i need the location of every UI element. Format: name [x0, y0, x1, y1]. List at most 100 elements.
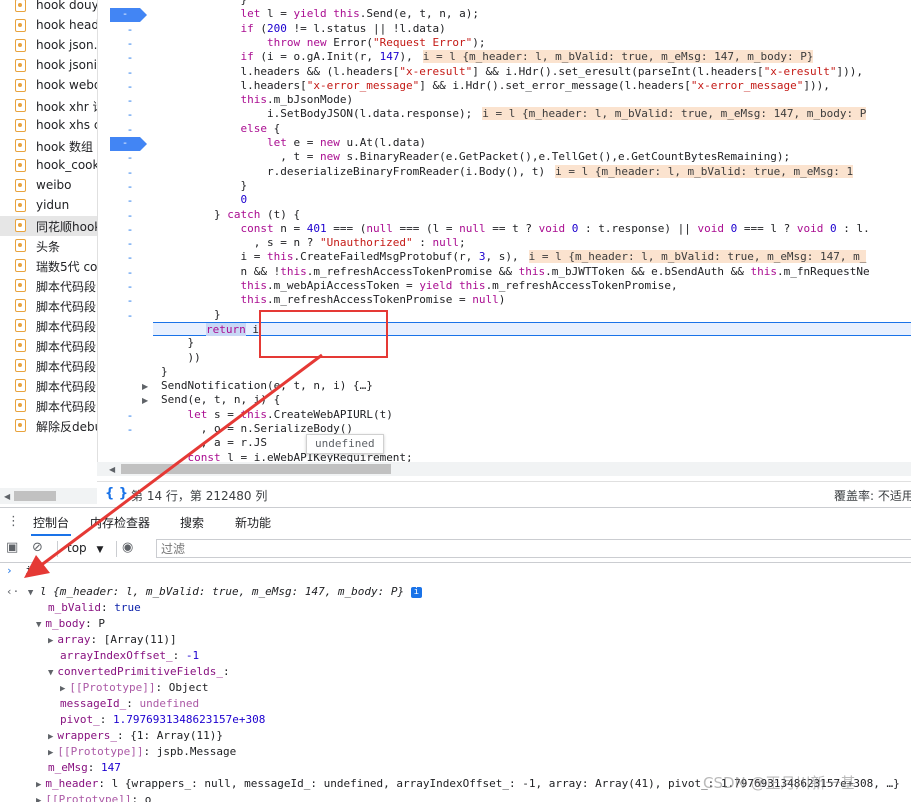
code-line[interactable]: if (200 != l.status || !l.data)	[161, 22, 445, 36]
code-line[interactable]: }	[161, 179, 247, 193]
clear-console-icon[interactable]: ⊘	[32, 540, 43, 555]
snippet-list-scrollbar[interactable]: ◀	[0, 488, 97, 504]
snippet-item[interactable]: 脚本代码段	[0, 316, 97, 336]
code-line[interactable]: }	[161, 336, 194, 350]
expand-triangle-icon[interactable]: ▼	[28, 588, 33, 598]
property-row[interactable]: pivot_: 1.7976931348623157e+308	[60, 712, 265, 728]
property-row[interactable]: ▶ array: [Array(11)]	[48, 632, 177, 648]
gutter-marker[interactable]: -	[128, 180, 132, 193]
gutter-marker[interactable]: -	[128, 37, 132, 50]
property-row[interactable]: ▼ m_body: P	[36, 616, 105, 632]
code-line[interactable]: Send(e, t, n, i) {	[161, 393, 280, 407]
gutter-marker[interactable]: -	[128, 409, 132, 422]
snippet-item[interactable]: 脚本代码段	[0, 356, 97, 376]
code-line[interactable]: this.m_refreshAccessTokenPromise = null)	[161, 293, 505, 307]
property-row[interactable]: ▶ [[Prototype]]: Object	[60, 680, 209, 696]
snippet-item[interactable]: 脚本代码段	[0, 376, 97, 396]
snippet-item[interactable]: hook xhs co	[0, 116, 97, 136]
gutter-marker[interactable]: -	[128, 294, 132, 307]
code-line[interactable]: ))	[161, 351, 200, 365]
scrollbar-thumb[interactable]	[14, 491, 56, 501]
gutter-marker[interactable]: -	[128, 66, 132, 79]
code-line[interactable]: l.headers["x-error_message"] && i.Hdr().…	[161, 79, 829, 93]
snippet-item[interactable]: 瑞数5代 co	[0, 256, 97, 276]
snippet-item[interactable]: 脚本代码段	[0, 396, 97, 416]
gutter-marker[interactable]: -	[128, 309, 132, 322]
snippet-item[interactable]: hook douyi	[0, 0, 97, 16]
tab-whats-new[interactable]: 新功能	[235, 514, 271, 531]
live-expression-eye-icon[interactable]: ◉	[122, 540, 133, 555]
code-line[interactable]: throw new Error("Request Error");	[161, 36, 486, 50]
tab-console[interactable]: 控制台	[30, 514, 72, 536]
snippet-item[interactable]: 同花顺hook	[0, 216, 97, 236]
property-row[interactable]: arrayIndexOffset_: -1	[60, 648, 199, 664]
snippet-item[interactable]: hook 数组	[0, 136, 97, 156]
code-line[interactable]: let e = new u.At(l.data)	[161, 136, 426, 150]
snippet-item[interactable]: 脚本代码段	[0, 296, 97, 316]
expand-triangle-icon[interactable]: ▶	[36, 780, 41, 790]
expand-triangle-icon[interactable]: ▶	[48, 636, 53, 646]
gutter-marker[interactable]: -	[128, 280, 132, 293]
property-row[interactable]: ▼ convertedPrimitiveFields_:	[48, 664, 230, 680]
snippet-item[interactable]: 解除反debu	[0, 416, 97, 436]
code-line[interactable]: }	[161, 365, 168, 379]
source-editor[interactable]: ----------------------▶▶---- } let l = y…	[97, 0, 911, 462]
tab-search[interactable]: 搜索	[180, 514, 204, 531]
gutter-marker[interactable]: -	[128, 123, 132, 136]
code-line[interactable]: const n = 401 === (null === (l = null ==…	[161, 222, 869, 236]
expand-triangle-icon[interactable]: ▶	[48, 732, 53, 742]
code-line[interactable]: r.deserializeBinaryFromReader(i.Body(), …	[161, 164, 854, 179]
gutter-marker[interactable]: -	[128, 194, 132, 207]
pretty-print-icon[interactable]: { }	[105, 486, 128, 501]
snippet-item[interactable]: 头条	[0, 236, 97, 256]
tab-memory-inspector[interactable]: 内存检查器	[90, 514, 150, 531]
code-area[interactable]: } let l = yield this.Send(e, t, n, a); i…	[153, 0, 911, 462]
snippet-item[interactable]: 脚本代码段	[0, 276, 97, 296]
code-line[interactable]: let s = this.CreateWebAPIURL(t)	[161, 408, 393, 422]
sidebar-toggle-icon[interactable]: ▣	[6, 540, 18, 555]
snippet-item[interactable]: hook xhr 请	[0, 96, 97, 116]
property-row[interactable]: ▶ [[Prototype]]: o	[36, 792, 151, 802]
expand-triangle-icon[interactable]: ▶	[60, 684, 65, 694]
gutter-marker[interactable]: -	[128, 423, 132, 436]
gutter-marker[interactable]: -	[128, 94, 132, 107]
snippet-item[interactable]: hook webd	[0, 76, 97, 96]
property-row[interactable]: messageId_: undefined	[60, 696, 199, 712]
code-line[interactable]: l.headers && (l.headers["x-eresult"] && …	[161, 65, 863, 79]
property-row[interactable]: m_bValid: true	[48, 600, 141, 616]
code-line[interactable]: else {	[161, 122, 280, 136]
scrollbar-thumb[interactable]	[121, 464, 391, 474]
console-output[interactable]: › i ‹· ▼ l {m_header: l, m_bValid: true,…	[0, 563, 911, 802]
gutter-marker[interactable]: -	[128, 80, 132, 93]
snippet-item[interactable]: hook_cooki	[0, 156, 97, 176]
line-gutter[interactable]: ----------------------▶▶----	[98, 0, 152, 462]
expand-triangle-icon[interactable]: ▶	[48, 748, 53, 758]
collapse-triangle-icon[interactable]: ▼	[48, 668, 53, 678]
snippet-item[interactable]: 脚本代码段	[0, 336, 97, 356]
code-line[interactable]: i = this.CreateFailedMsgProtobuf(r, 3, s…	[161, 250, 867, 264]
code-line[interactable]: this.m_bJsonMode)	[161, 93, 353, 107]
code-line[interactable]: 0	[161, 193, 247, 207]
console-result-row[interactable]: ‹· ▼ l {m_header: l, m_bValid: true, m_e…	[6, 584, 422, 600]
code-line[interactable]: }	[161, 308, 221, 322]
context-selector[interactable]: top ▼	[67, 541, 103, 555]
code-line[interactable]: , t = new s.BinaryReader(e.GetPacket(),e…	[161, 150, 790, 164]
code-line[interactable]: , s = n ? "Unauthorized" : null;	[161, 236, 466, 250]
gutter-marker[interactable]: -	[128, 223, 132, 236]
collapse-triangle-icon[interactable]: ▼	[36, 620, 41, 630]
fold-toggle-icon[interactable]: ▶	[142, 396, 148, 405]
property-row[interactable]: ▶ wrappers_: {1: Array(11)}	[48, 728, 223, 744]
snippet-item[interactable]: weibo	[0, 176, 97, 196]
code-line[interactable]: i.SetBodyJSON(l.data.response); i = l {m_…	[161, 107, 867, 121]
gutter-marker[interactable]: -	[128, 237, 132, 250]
breakpoint-marker[interactable]: -	[110, 7, 147, 22]
gutter-marker[interactable]: -	[128, 251, 132, 264]
gutter-marker[interactable]: -	[128, 23, 132, 36]
editor-horizontal-scrollbar[interactable]: ◀	[97, 462, 911, 476]
gutter-marker[interactable]: -	[128, 108, 132, 121]
scroll-left-icon[interactable]: ◀	[109, 465, 115, 474]
code-line[interactable]: , a = r.JS	[161, 436, 267, 450]
scroll-left-icon[interactable]: ◀	[4, 492, 10, 501]
code-line[interactable]: }	[161, 0, 247, 7]
breakpoint-marker[interactable]: -	[110, 136, 147, 151]
